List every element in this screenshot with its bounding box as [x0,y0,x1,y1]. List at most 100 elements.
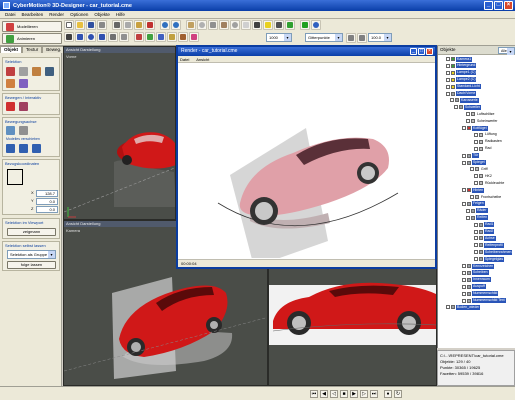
eye-icon[interactable] [474,146,478,151]
axis-local-icon[interactable] [19,126,28,135]
tree-row[interactable]: Rad1 [474,222,495,228]
shift-y-icon[interactable] [19,144,28,153]
cut-icon[interactable] [112,20,122,30]
tree-row[interactable]: Griff [470,166,489,172]
scale-icon[interactable] [97,32,107,42]
snap-icon[interactable] [346,33,356,43]
view-side-icon[interactable] [145,32,155,42]
eye-icon[interactable] [474,181,478,186]
goto-start-icon[interactable]: ⏮ [310,390,318,398]
eye-icon[interactable] [446,91,450,96]
eye-icon[interactable] [466,119,470,124]
sphere-icon[interactable] [197,20,207,30]
menu-objekte[interactable]: Objekte [91,12,113,17]
menu-bearbeiten[interactable]: Bearbeiten [19,12,47,17]
camera-icon[interactable] [274,20,284,30]
group-icon[interactable] [119,32,129,42]
eye-icon[interactable] [470,195,474,199]
coord-z-field[interactable]: 0.0 [36,206,58,213]
move-icon[interactable] [75,32,85,42]
text-icon[interactable] [252,20,262,30]
tree-row[interactable]: Boden_wieder [446,304,481,310]
tree-row[interactable]: Lampe2 (C) [446,77,477,83]
eye-icon[interactable] [474,132,478,137]
rotate-icon[interactable] [86,32,96,42]
tree-row[interactable]: Nummernschild [462,291,499,297]
tree-row[interactable]: Hinten [462,187,485,193]
tree-row[interactable]: Karosserie [450,97,479,103]
tree-row[interactable]: Achse [474,235,496,241]
eye-icon[interactable] [462,298,466,303]
tree-row[interactable]: Kennzeichen [462,263,495,269]
delete-icon[interactable] [145,20,155,30]
modellieren-button[interactable]: Modellieren [2,21,62,32]
tree-row[interactable]: Lampe1 (C) [446,70,477,76]
new-file-icon[interactable] [64,20,74,30]
tab-bewegung[interactable]: Beweg. [42,46,66,53]
paste-icon[interactable] [134,20,144,30]
tree-row[interactable]: Scheinwerfer [466,118,498,124]
render-icon[interactable] [285,20,295,30]
select-all-icon[interactable] [6,67,15,76]
plane-icon[interactable] [241,20,251,30]
copy-icon[interactable] [123,20,133,30]
select-faces-icon[interactable] [19,79,28,88]
view-camera-icon[interactable] [167,32,177,42]
save-icon[interactable] [86,20,96,30]
lock-icon[interactable] [357,33,367,43]
tree-row[interactable]: HK2 [474,173,493,179]
coord-x-field[interactable]: 128.7 [36,190,58,197]
tree-row[interactable]: Scheiben [462,270,489,276]
play-back-icon[interactable]: ◁ [330,390,338,398]
tree-row[interactable]: Auspuff [462,284,486,290]
percent-field[interactable]: 100.0 ▾ [368,33,392,42]
minimize-button[interactable]: _ [484,1,493,10]
select-points-icon[interactable] [6,79,15,88]
folge-lassen-button[interactable]: folge lassen [7,261,56,269]
eye-icon[interactable] [474,236,478,241]
viewport-front[interactable]: Ansicht Darstellung Vorne [63,46,176,220]
render-menu-datei[interactable]: Datei [180,57,189,62]
tree-row[interactable]: Kotflügel [462,125,488,131]
eye-icon[interactable] [446,84,450,89]
redo-icon[interactable] [171,20,181,30]
tree-row[interactable]: Kamera1 [446,56,473,62]
eye-icon[interactable] [462,126,466,130]
close-button[interactable]: × [504,1,513,10]
view-top-icon[interactable] [156,32,166,42]
tree-row[interactable]: Rad2 [474,229,495,235]
texture-icon[interactable] [178,32,188,42]
eye-icon[interactable] [462,201,466,206]
tree-row[interactable]: Rückleuchte [474,180,505,186]
tree-row[interactable]: Schweller [454,104,482,110]
tree-row[interactable]: Standard-Licht [446,84,481,90]
eye-icon[interactable] [474,243,478,248]
shift-x-icon[interactable] [6,144,15,153]
eye-icon[interactable] [446,305,450,310]
rotate-interactive-icon[interactable] [19,102,28,111]
render-menu-ansicht[interactable]: Ansicht [196,57,209,62]
tree-row[interactable]: Dach/Vorne [446,91,477,97]
eye-icon[interactable] [462,160,466,165]
tree-row[interactable]: Reifenprofil [474,242,504,248]
tree-filter-select[interactable]: Alle ▾ [498,47,515,55]
render-maximize-button[interactable]: □ [418,48,425,55]
menu-hilfe[interactable]: Hilfe [113,12,128,17]
prev-frame-icon[interactable]: ◀ [320,390,328,398]
eye-icon[interactable] [462,291,466,296]
play-icon[interactable]: ▶ [350,390,358,398]
menu-datei[interactable]: Datei [2,12,19,17]
mirror-icon[interactable] [108,32,118,42]
tree-row[interactable]: Luftschlitze [466,111,496,117]
select-box-icon[interactable] [32,67,41,76]
material-icon[interactable] [189,32,199,42]
tree-row[interactable]: Tür [462,153,480,159]
eye-icon[interactable] [446,57,450,61]
tree-row[interactable]: Scheibenrahmen [474,249,513,255]
select-graph-icon[interactable] [45,67,54,76]
shift-z-icon[interactable] [32,144,41,153]
tree-row[interactable]: Hintergrund [446,63,477,69]
cone-icon[interactable] [219,20,229,30]
animieren-button[interactable]: Animieren [2,33,62,44]
eye-icon[interactable] [474,250,478,255]
